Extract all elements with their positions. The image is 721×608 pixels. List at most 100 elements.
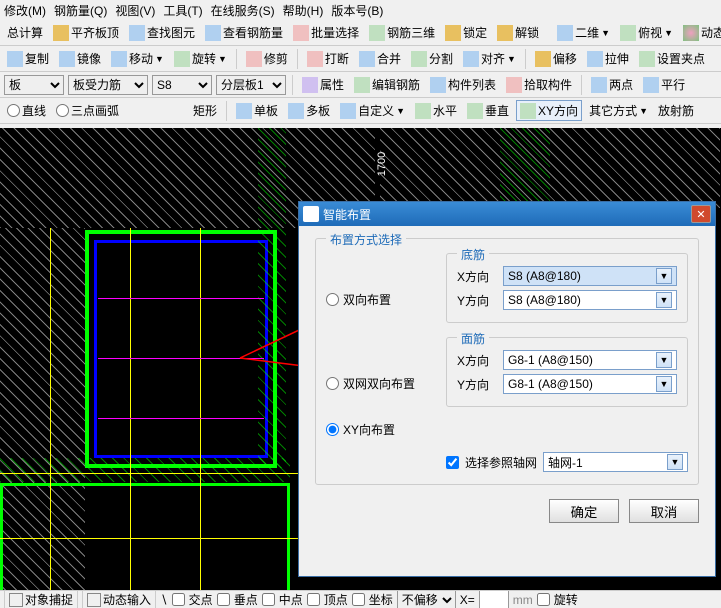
chevron-down-icon: ▼ xyxy=(656,268,672,284)
close-button[interactable]: ✕ xyxy=(691,205,711,223)
view-top-button[interactable]: 俯视▼ xyxy=(617,23,676,42)
menu-tools[interactable]: 工具(T) xyxy=(163,2,202,18)
magnify-icon xyxy=(205,25,221,41)
layer-select[interactable]: 分层板1 xyxy=(216,75,286,95)
parallel-button[interactable]: 平行 xyxy=(640,75,688,94)
dialog-titlebar[interactable]: 智能布置 ✕ xyxy=(299,202,715,226)
dim2d-button[interactable]: 二维▼ xyxy=(554,23,613,42)
bottom-y-combo[interactable]: S8 (A8@180)▼ xyxy=(503,290,677,310)
lock-button[interactable]: 锁定 xyxy=(442,23,490,42)
mirror-icon xyxy=(59,51,75,67)
menu-version[interactable]: 版本号(B) xyxy=(331,2,383,18)
bottom-rebar-group: 底筋 X方向 S8 (A8@180)▼ Y方向 S8 (A8@180)▼ xyxy=(446,253,688,323)
board-select[interactable]: 板 xyxy=(4,75,64,95)
radio-bidir[interactable] xyxy=(326,293,339,306)
parallel-icon xyxy=(643,77,659,93)
snap-icon xyxy=(9,593,23,607)
horiz-icon xyxy=(415,103,431,119)
pick-icon xyxy=(506,77,522,93)
perp-check[interactable] xyxy=(217,593,230,606)
unlock-icon xyxy=(497,25,513,41)
rotate-check[interactable] xyxy=(537,593,550,606)
top-x-combo[interactable]: G8-1 (A8@150)▼ xyxy=(503,350,677,370)
align-button[interactable]: 对齐▼ xyxy=(460,49,519,68)
prop-button[interactable]: 属性 xyxy=(299,75,347,94)
align-icon xyxy=(463,51,479,67)
other-button[interactable]: 其它方式▼ xyxy=(586,101,651,120)
orbit-icon xyxy=(683,25,699,41)
radio-xy[interactable] xyxy=(326,423,339,436)
top-y-combo[interactable]: G8-1 (A8@150)▼ xyxy=(503,374,677,394)
top-check[interactable] xyxy=(307,593,320,606)
smart-layout-dialog: 智能布置 ✕ 布置方式选择 双向布置 底筋 X方向 S8 (A8@180)▼ Y… xyxy=(298,201,716,577)
trim-button[interactable]: 修剪 xyxy=(243,49,291,68)
arc3-radio[interactable] xyxy=(56,104,69,117)
bottom-x-combo[interactable]: S8 (A8@180)▼ xyxy=(503,266,677,286)
rect-button[interactable]: 矩形 xyxy=(190,101,220,120)
multi-button[interactable]: 多板 xyxy=(285,101,333,120)
radial-button[interactable]: 放射筋 xyxy=(655,101,697,120)
copy-button[interactable]: 复制 xyxy=(4,49,52,68)
menu-online[interactable]: 在线服务(S) xyxy=(211,2,275,18)
break-icon xyxy=(307,51,323,67)
cancel-button[interactable]: 取消 xyxy=(629,499,699,523)
two-pt-icon xyxy=(591,77,607,93)
line-radio[interactable] xyxy=(7,104,20,117)
menu-rebar[interactable]: 钢筋量(Q) xyxy=(54,2,107,18)
batch-select-button[interactable]: 批量选择 xyxy=(290,23,362,42)
chevron-down-icon: ▼ xyxy=(656,292,672,308)
ref-grid-check[interactable] xyxy=(446,456,459,469)
offset-button[interactable]: 偏移 xyxy=(532,49,580,68)
cube-icon xyxy=(369,25,385,41)
break-button[interactable]: 打断 xyxy=(304,49,352,68)
snap-tab[interactable]: 对象捕捉 xyxy=(4,590,78,608)
move-button[interactable]: 移动▼ xyxy=(108,49,167,68)
x-input[interactable] xyxy=(479,590,509,608)
coord-check[interactable] xyxy=(352,593,365,606)
merge-icon xyxy=(359,51,375,67)
radio-dual-bidir[interactable] xyxy=(326,377,339,390)
single-button[interactable]: 单板 xyxy=(233,101,281,120)
arc3-button[interactable]: 三点画弧 xyxy=(53,101,122,120)
rebar-select[interactable]: 板受力筋 xyxy=(68,75,148,95)
line-button[interactable]: 直线 xyxy=(4,101,49,120)
calc-button[interactable]: 总计算 xyxy=(4,23,46,42)
size-select[interactable]: S8 xyxy=(152,75,212,95)
ok-button[interactable]: 确定 xyxy=(549,499,619,523)
member-list-button[interactable]: 构件列表 xyxy=(427,75,499,94)
unlock-button[interactable]: 解锁 xyxy=(494,23,542,42)
ref-grid-combo[interactable]: 轴网-1▼ xyxy=(543,452,688,472)
vert-button[interactable]: 垂直 xyxy=(464,101,512,120)
set-grip-button[interactable]: 设置夹点 xyxy=(636,49,708,68)
toolbar-member: 板 板受力筋 S8 分层板1 属性 编辑钢筋 构件列表 拾取构件 两点 平行 xyxy=(0,72,721,98)
custom-button[interactable]: 自定义▼ xyxy=(337,101,408,120)
find-button[interactable]: 查找图元 xyxy=(126,23,198,42)
chevron-down-icon: ▼ xyxy=(656,352,672,368)
split-button[interactable]: 分割 xyxy=(408,49,456,68)
xy-button[interactable]: XY方向 xyxy=(516,100,582,121)
horiz-button[interactable]: 水平 xyxy=(412,101,460,120)
mirror-button[interactable]: 镜像 xyxy=(56,49,104,68)
menu-help[interactable]: 帮助(H) xyxy=(283,2,324,18)
rebar-qty-button[interactable]: 查看钢筋量 xyxy=(202,23,286,42)
level-button[interactable]: 平齐板顶 xyxy=(50,23,122,42)
dyninput-tab[interactable]: 动态输入 xyxy=(82,590,156,608)
rotate-button[interactable]: 旋转▼ xyxy=(171,49,230,68)
menubar: 修改(M) 钢筋量(Q) 视图(V) 工具(T) 在线服务(S) 帮助(H) 版… xyxy=(0,0,721,20)
mid-check[interactable] xyxy=(262,593,275,606)
offset-select[interactable]: 不偏移 xyxy=(397,590,456,608)
merge-button[interactable]: 合并 xyxy=(356,49,404,68)
top-rebar-group: 面筋 X方向 G8-1 (A8@150)▼ Y方向 G8-1 (A8@150)▼ xyxy=(446,337,688,407)
cross-check[interactable] xyxy=(172,593,185,606)
edit-rebar-button[interactable]: 编辑钢筋 xyxy=(351,75,423,94)
dyn-obs-button[interactable]: 动态观 xyxy=(680,23,721,42)
two-pt-button[interactable]: 两点 xyxy=(588,75,636,94)
stretch-button[interactable]: 拉伸 xyxy=(584,49,632,68)
toolbar-draw: 直线 三点画弧 矩形 单板 多板 自定义▼ 水平 垂直 XY方向 其它方式▼ 放… xyxy=(0,98,721,124)
layout-method-group: 布置方式选择 双向布置 底筋 X方向 S8 (A8@180)▼ Y方向 S8 (… xyxy=(315,238,699,485)
pick-member-button[interactable]: 拾取构件 xyxy=(503,75,575,94)
menu-modify[interactable]: 修改(M) xyxy=(4,2,46,18)
rebar3d-button[interactable]: 钢筋三维 xyxy=(366,23,438,42)
menu-view[interactable]: 视图(V) xyxy=(115,2,155,18)
statusbar: 对象捕捉 动态输入 ∖ 交点 垂点 中点 顶点 坐标 不偏移 X= mm 旋转 xyxy=(0,590,721,608)
